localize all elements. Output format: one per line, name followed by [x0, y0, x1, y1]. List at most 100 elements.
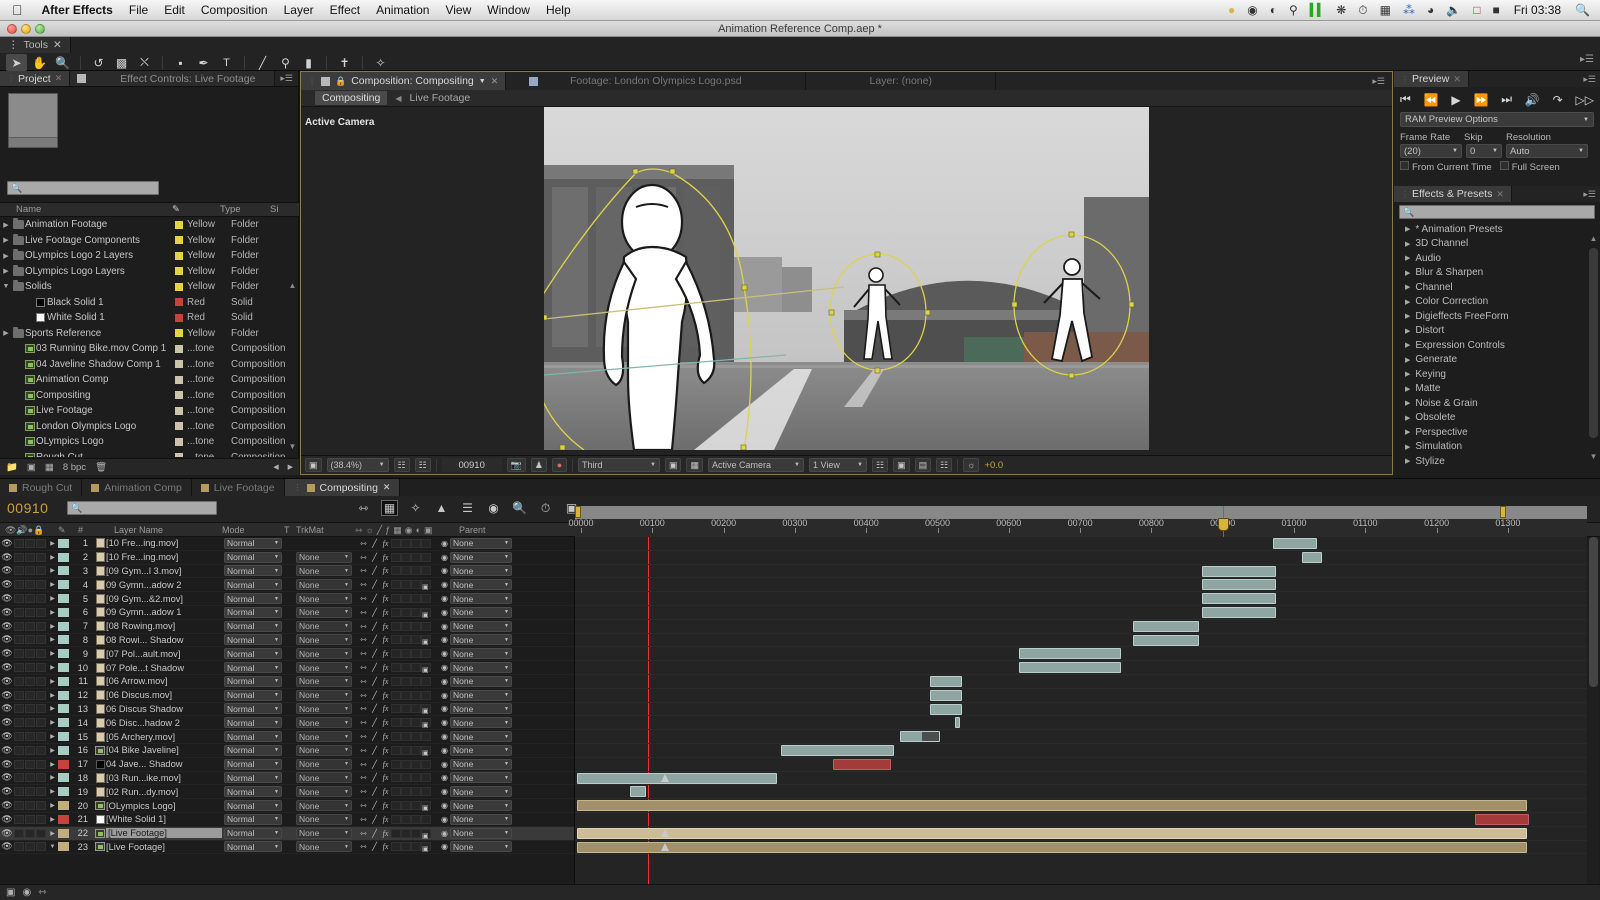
layer-name[interactable]: [09 Gym...l 3.mov] [106, 566, 222, 576]
track-matte-select[interactable]: None ▼ [296, 800, 352, 812]
video-visibility-icon[interactable]: 👁 [0, 607, 14, 618]
app-name-menu[interactable]: After Effects [34, 3, 121, 17]
tab-composition-compositing[interactable]: ⋮ 🔒 Composition: Compositing ▼ ✕ [301, 72, 507, 90]
collapse-transformations-icon[interactable]: ⇿ [358, 594, 369, 604]
timeline-layer-row[interactable]: 👁 ▶ 20 [OLympics Logo] Normal ▼ None ▼ ⇿ ╱ fx ▣ ◉ Non… [0, 799, 574, 813]
disclosure-triangle-icon[interactable]: ▶ [1405, 399, 1410, 407]
quality-icon[interactable]: ╱ [369, 732, 380, 742]
layer-name[interactable]: [03 Run...ike.mov] [106, 773, 222, 783]
timeline-layer-row[interactable]: 👁 ▶ 14 06 Disc...hadow 2 Normal ▼ None ▼ ⇿ ╱ fx ▣ ◉ N… [0, 716, 574, 731]
disclosure-triangle-icon[interactable]: ▶ [47, 581, 58, 588]
frame-blend-toggle[interactable] [391, 621, 401, 631]
collapse-transformations-icon[interactable]: ⇿ [358, 552, 369, 562]
timeline-track-row[interactable] [575, 827, 1587, 841]
effects-category-list[interactable]: ▶ * Animation Presets ▶ 3D Channel ▶ Audio ▶ Bl… [1394, 222, 1600, 475]
layer-name[interactable]: 06 Discus Shadow [106, 704, 222, 714]
frame-blend-toggle[interactable] [391, 552, 401, 562]
timeline-track-row[interactable] [575, 813, 1587, 827]
video-visibility-icon[interactable]: 👁 [0, 676, 14, 687]
track-matte-select[interactable]: None ▼ [296, 758, 352, 770]
column-header-size[interactable]: Si [270, 204, 299, 215]
lock-toggle[interactable] [36, 787, 46, 797]
layer-blend-mode-select[interactable]: Normal ▼ [224, 689, 282, 701]
video-visibility-icon[interactable]: 👁 [0, 538, 14, 549]
timeline-layer-row[interactable]: 👁 ▼ 23 [Live Footage] Normal ▼ None ▼ ⇿ ╱ fx ▣ ◉ None… [0, 841, 574, 855]
timeline-track-row[interactable] [575, 647, 1587, 662]
collapse-transformations-icon[interactable]: ⇿ [358, 814, 369, 824]
label-color-swatch[interactable] [175, 391, 183, 400]
three-d-layer-toggle[interactable]: ▣ [421, 635, 431, 646]
project-list-item[interactable]: ▶ OLympics Logo 2 Layers Yellow Folder [0, 248, 299, 264]
disclosure-triangle-icon[interactable]: ▶ [47, 664, 58, 671]
resolution-select[interactable]: Auto ▼ [1506, 144, 1588, 158]
collapse-transformations-icon[interactable]: ⇿ [358, 704, 369, 714]
audio-toggle[interactable] [14, 745, 24, 755]
timeline-layer-row[interactable]: 👁 ▶ 7 [08 Rowing.mov] Normal ▼ None ▼ ⇿ ╱ fx ◉ None ▼ [0, 620, 574, 634]
collapse-transformations-icon[interactable]: ⇿ [358, 663, 369, 673]
track-matte-select[interactable]: None ▼ [296, 786, 352, 798]
adjustment-layer-toggle[interactable] [411, 787, 421, 797]
lock-toggle[interactable] [36, 801, 46, 811]
solo-toggle[interactable] [25, 594, 35, 604]
disclosure-triangle-icon[interactable]: ▶ [0, 267, 12, 275]
timeline-tab-animation-comp[interactable]: Animation Comp [82, 479, 192, 496]
parent-select[interactable]: None ▼ [450, 744, 512, 756]
frame-blend-toggle[interactable] [391, 690, 401, 700]
layer-duration-bar[interactable] [1019, 662, 1121, 674]
breadcrumb-compositing[interactable]: Compositing [315, 91, 388, 105]
lock-toggle[interactable] [36, 842, 46, 852]
video-visibility-icon[interactable]: 👁 [0, 703, 14, 714]
disclosure-triangle-icon[interactable]: ▶ [47, 705, 58, 712]
parent-select[interactable]: None ▼ [450, 537, 512, 549]
solo-toggle[interactable] [25, 745, 35, 755]
solo-toggle[interactable] [25, 663, 35, 673]
pixel-aspect-icon[interactable]: ▣ [893, 458, 910, 472]
disclosure-triangle-icon[interactable]: ▶ [1405, 370, 1410, 378]
timeline-current-time[interactable]: 00910 [7, 500, 48, 516]
parent-pickwhip-icon[interactable]: ◉ [439, 773, 450, 783]
solo-toggle[interactable] [25, 649, 35, 659]
disclosure-triangle-icon[interactable]: ▶ [1405, 414, 1410, 422]
menu-composition[interactable]: Composition [193, 3, 276, 17]
label-color-swatch[interactable] [175, 344, 183, 353]
layer-duration-bar[interactable] [1133, 620, 1199, 632]
close-icon[interactable]: ✕ [1453, 74, 1461, 85]
motion-blur-toggle[interactable] [401, 663, 411, 673]
layer-label-color[interactable] [58, 759, 69, 769]
effects-category-row[interactable]: ▶ Generate [1394, 353, 1600, 368]
effects-category-row[interactable]: ▶ Keying [1394, 367, 1600, 382]
layer-blend-mode-select[interactable]: Normal ▼ [224, 634, 282, 646]
motion-blur-toggle[interactable] [401, 773, 411, 783]
solo-toggle[interactable] [25, 828, 35, 838]
timeline-layer-row[interactable]: 👁 ▶ 9 [07 Pol...ault.mov] Normal ▼ None ▼ ⇿ ╱ fx ◉ N… [0, 647, 574, 662]
audio-toggle[interactable] [14, 690, 24, 700]
close-icon[interactable]: ✕ [1496, 189, 1504, 200]
track-matte-select[interactable]: None ▼ [296, 648, 352, 660]
motion-blur-toggle[interactable] [401, 594, 411, 604]
layer-duration-bar[interactable] [1202, 565, 1276, 577]
parent-pickwhip-icon[interactable]: ◉ [439, 828, 450, 838]
pen-tool-icon[interactable]: ✒ [193, 54, 214, 71]
solo-toggle[interactable] [25, 566, 35, 576]
selection-tool-icon[interactable]: ➤ [6, 54, 27, 71]
parent-select[interactable]: None ▼ [450, 579, 512, 591]
loop-icon[interactable]: ↷ [1553, 93, 1563, 107]
quality-icon[interactable]: ╱ [369, 814, 380, 824]
collapse-transformations-icon[interactable]: ⇿ [358, 676, 369, 686]
three-d-layer-toggle[interactable] [421, 676, 431, 686]
project-list-item[interactable]: ▶ OLympics Logo Layers Yellow Folder [0, 264, 299, 280]
layer-duration-bar[interactable] [1302, 551, 1322, 563]
layer-name[interactable]: [02 Run...dy.mov] [106, 787, 222, 797]
timeline-track-row[interactable] [575, 565, 1587, 579]
layer-duration-bar[interactable] [577, 800, 1527, 812]
quality-icon[interactable]: ╱ [369, 842, 380, 852]
collapse-transformations-icon[interactable]: ⇿ [358, 759, 369, 769]
roto-brush-tool-icon[interactable]: ✝ [334, 54, 355, 71]
timeline-layer-row[interactable]: 👁 ▶ 3 [09 Gym...l 3.mov] Normal ▼ None ▼ ⇿ ╱ fx ◉ No… [0, 565, 574, 579]
track-matte-select[interactable]: None ▼ [296, 579, 352, 591]
layer-label-color[interactable] [58, 580, 69, 590]
three-d-layer-toggle[interactable]: ▣ [421, 718, 431, 729]
keyframe-marker[interactable] [661, 828, 670, 838]
layer-duration-bar[interactable] [1202, 579, 1276, 591]
current-timecode-field[interactable]: 00910 [441, 458, 502, 472]
